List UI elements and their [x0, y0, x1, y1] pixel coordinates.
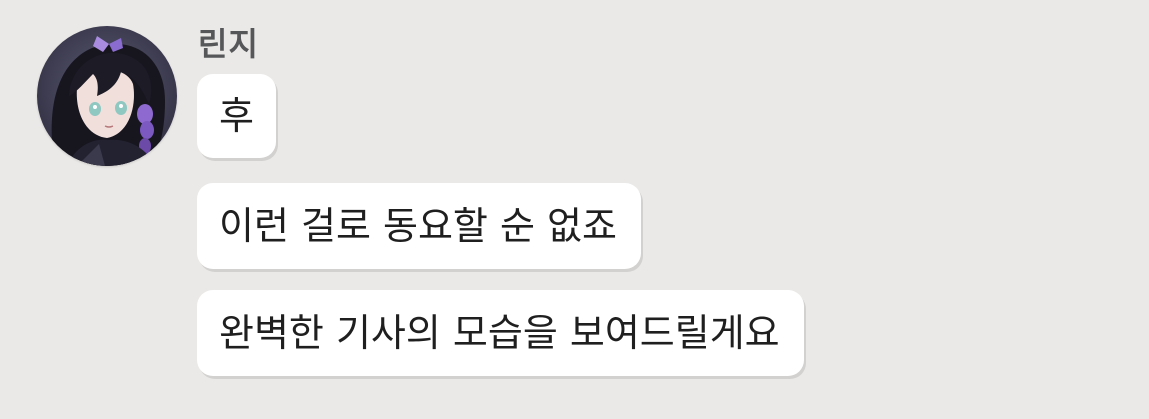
anime-character-avatar-icon — [37, 26, 177, 166]
message-bubble[interactable]: 후 — [197, 74, 276, 158]
message-bubble[interactable]: 완벽한 기사의 모습을 보여드릴게요 — [197, 290, 804, 376]
sender-name: 린지 — [198, 25, 259, 63]
sender-avatar[interactable] — [37, 26, 177, 166]
message-bubble[interactable]: 이런 걸로 동요할 순 없죠 — [197, 183, 641, 269]
